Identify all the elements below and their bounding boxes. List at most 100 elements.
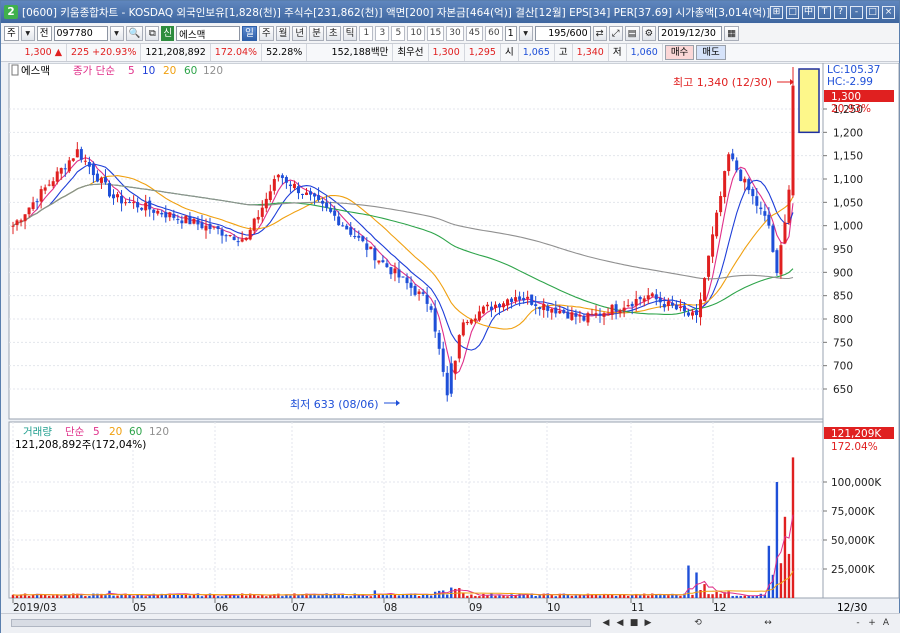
- calendar-icon[interactable]: ▦: [724, 26, 740, 41]
- toggle-icon[interactable]: ⧉: [145, 26, 160, 41]
- candle-body: [292, 183, 296, 189]
- candle-body: [43, 187, 47, 191]
- range-icon[interactable]: ↔: [761, 616, 775, 630]
- interval-button[interactable]: 5: [391, 26, 406, 41]
- period-button-second[interactable]: 초: [325, 26, 341, 41]
- scroll-prev-icon[interactable]: ◀: [613, 616, 627, 630]
- text-icon[interactable]: T: [818, 5, 831, 19]
- price-chart[interactable]: 1,2501,2001,1501,1001,0501,0009509008508…: [1, 63, 900, 634]
- period-button-minute[interactable]: 분: [309, 26, 324, 41]
- maximize-button[interactable]: □: [866, 5, 879, 19]
- volume-bar: [739, 595, 742, 598]
- priority-label: 최우선: [393, 44, 429, 61]
- stock-code-input[interactable]: [53, 26, 108, 41]
- scale-icon[interactable]: ⤢: [608, 26, 623, 41]
- period-select[interactable]: 전: [36, 26, 52, 41]
- interval-button[interactable]: 30: [446, 26, 464, 41]
- restore-icon[interactable]: □: [786, 5, 799, 19]
- period-button-month[interactable]: 월: [275, 26, 291, 41]
- interval-button[interactable]: 1: [359, 26, 374, 41]
- volume-summary: 121,208,892주(172,04%): [15, 439, 146, 451]
- trade-amount: 152,188백만: [307, 44, 394, 61]
- dropdown-icon[interactable]: ▾: [109, 26, 124, 41]
- period-button-week[interactable]: 주: [258, 26, 274, 41]
- language-icon[interactable]: 中: [802, 5, 815, 19]
- candle-body: [514, 297, 518, 301]
- candle-body: [15, 220, 19, 226]
- current-price-axis-label: 1,300: [831, 91, 861, 103]
- candle-body: [83, 160, 87, 162]
- close-button[interactable]: ×: [882, 5, 895, 19]
- candle-body: [220, 229, 224, 236]
- window-controls: ⊞ □ 中 T ? - □ ×: [770, 5, 895, 19]
- chart-scrollbar[interactable]: ◀ ◀ ■ ▶ ⟲ ↔ - + A: [1, 613, 900, 633]
- help-icon[interactable]: ?: [834, 5, 847, 19]
- gear-icon[interactable]: ⚙: [641, 26, 657, 41]
- scroll-track[interactable]: [11, 619, 591, 627]
- title-bar[interactable]: 2 [0600] 키움종합차트 - KOSDAQ 외국인보유[1,828(천)]…: [1, 1, 899, 23]
- chevron-down-icon[interactable]: ▾: [20, 26, 35, 41]
- minimize-button[interactable]: -: [850, 5, 863, 19]
- y-tick-label: 700: [833, 361, 853, 373]
- candle-body: [87, 162, 91, 167]
- volume-ma-label: 단순: [65, 426, 85, 438]
- link-icon[interactable]: ⇄: [592, 26, 607, 41]
- volume-bar: [470, 594, 473, 598]
- candle-body: [626, 304, 630, 307]
- candle-body: [453, 360, 457, 374]
- volume-value: 121,208,892: [141, 44, 211, 61]
- candle-body: [373, 248, 377, 261]
- zoom-out-button[interactable]: -: [851, 616, 865, 630]
- candle-body: [783, 222, 787, 244]
- chevron-down-icon[interactable]: ▾: [518, 26, 533, 41]
- candle-body: [208, 224, 212, 230]
- candle-body: [489, 306, 493, 311]
- stock-name-field[interactable]: [176, 26, 241, 41]
- candle-body: [393, 268, 397, 274]
- interval-button[interactable]: 60: [485, 26, 503, 41]
- sell-button[interactable]: 매도: [696, 45, 726, 60]
- period-button-tick[interactable]: 틱: [342, 26, 358, 41]
- open-price: 1,065: [519, 44, 555, 61]
- candle-body: [349, 227, 353, 235]
- candle-body: [558, 310, 562, 314]
- candle-body: [188, 215, 192, 225]
- interval-button[interactable]: 45: [465, 26, 484, 41]
- interval-button[interactable]: 15: [426, 26, 445, 41]
- interval-select[interactable]: 1: [504, 26, 517, 41]
- scroll-right-icon[interactable]: ▶: [641, 616, 655, 630]
- volume-bar: [429, 595, 433, 598]
- data-count-input[interactable]: [534, 26, 591, 41]
- candle-body: [562, 309, 566, 314]
- stop-icon[interactable]: ■: [627, 616, 641, 630]
- candle-body: [682, 305, 686, 312]
- reset-icon[interactable]: ⟲: [691, 616, 705, 630]
- candle-body: [481, 306, 485, 314]
- buy-button[interactable]: 매수: [664, 45, 695, 60]
- tile-icon[interactable]: ⊞: [770, 5, 783, 19]
- high-annotation: 최고 1,340 (12/30): [673, 76, 772, 89]
- zoom-in-button[interactable]: +: [865, 616, 879, 630]
- candle-body: [437, 332, 441, 349]
- auto-scale-button[interactable]: A: [879, 616, 893, 630]
- volume-bar: [188, 595, 192, 598]
- search-icon[interactable]: 🔍: [125, 26, 144, 41]
- candle-body: [598, 313, 602, 316]
- period-button-year[interactable]: 년: [292, 26, 308, 41]
- candle-body: [674, 304, 678, 310]
- date-input[interactable]: [658, 26, 723, 41]
- volume-bar: [329, 595, 332, 598]
- volume-bar: [104, 595, 107, 598]
- period-button-day[interactable]: 일: [242, 26, 257, 41]
- price-panel-frame: [8, 63, 824, 420]
- mode-select[interactable]: 주: [4, 26, 19, 41]
- scroll-left-icon[interactable]: ◀: [599, 616, 613, 630]
- interval-button[interactable]: 3: [375, 26, 390, 41]
- save-icon[interactable]: ▤: [624, 26, 640, 41]
- volume-bar: [550, 594, 553, 598]
- volume-current-pct: 172.04%: [831, 441, 878, 453]
- low-label: 저: [609, 44, 627, 61]
- interval-button[interactable]: 10: [407, 26, 425, 41]
- volume-bar: [707, 594, 710, 598]
- candle-body: [473, 318, 477, 321]
